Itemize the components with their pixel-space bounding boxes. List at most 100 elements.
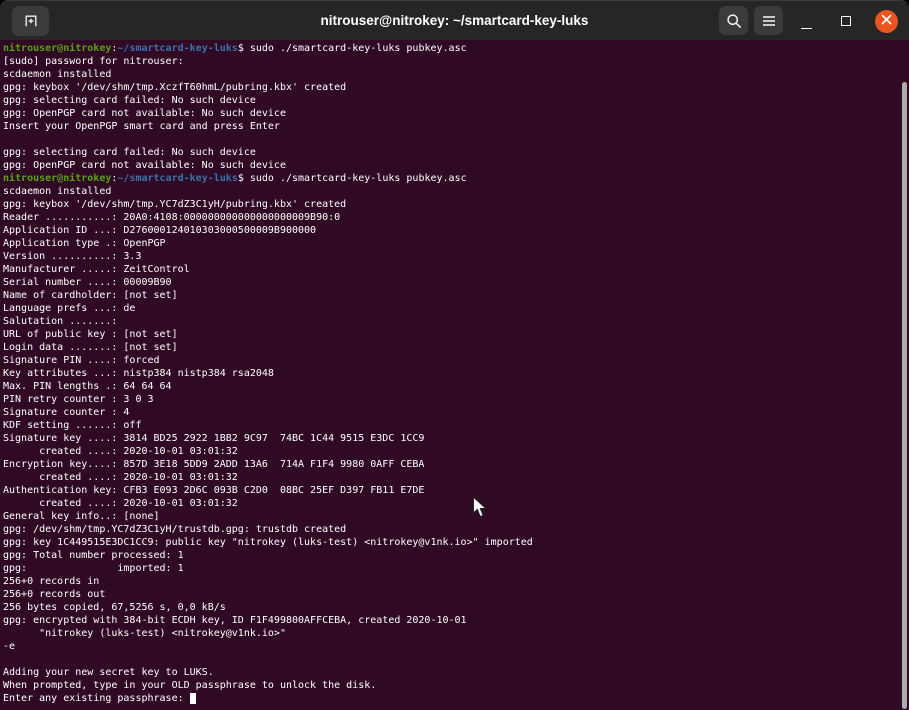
minimize-button[interactable] [791, 6, 821, 36]
terminal-text: gpg: OpenPGP card not available: No such… [3, 108, 286, 119]
terminal-text: PIN retry counter : 3 0 3 [3, 394, 154, 405]
search-button[interactable] [719, 6, 748, 35]
terminal-line: Version ..........: 3.3 [3, 250, 909, 263]
terminal-text: Language prefs ...: de [3, 303, 135, 314]
terminal-text: Authentication key: CFB3 E093 2D6C 093B … [3, 485, 424, 496]
terminal-line: scdaemon installed [3, 68, 909, 81]
terminal-text: gpg: keybox '/dev/shm/tmp.YC7dZ3C1yH/pub… [3, 199, 346, 210]
hamburger-menu-icon [761, 13, 777, 29]
terminal-line: gpg: Total number processed: 1 [3, 549, 909, 562]
terminal-text: gpg: encrypted with 384-bit ECDH key, ID… [3, 615, 467, 626]
terminal-line: created ....: 2020-10-01 03:01:32 [3, 497, 909, 510]
window-titlebar: nitrouser@nitrokey: ~/smartcard-key-luks [0, 0, 909, 40]
terminal-text: Manufacturer .....: ZeitControl [3, 264, 190, 275]
terminal-line: gpg: selecting card failed: No such devi… [3, 146, 909, 159]
terminal-line: KDF setting ......: off [3, 419, 909, 432]
maximize-icon [841, 16, 851, 26]
maximize-button[interactable] [831, 6, 861, 36]
terminal-text: -e [3, 641, 15, 652]
terminal-text: Salutation .......: [3, 316, 123, 327]
terminal-text: Signature counter : 4 [3, 407, 129, 418]
terminal-text: Signature key ....: 3814 BD25 2922 1BB2 … [3, 433, 424, 444]
terminal-text: Key attributes ...: nistp384 nistp384 rs… [3, 368, 274, 379]
terminal-text: Encryption key....: 857D 3E18 5DD9 2ADD … [3, 459, 424, 470]
terminal-line: gpg: keybox '/dev/shm/tmp.XczfT60hmL/pub… [3, 81, 909, 94]
terminal-text: KDF setting ......: off [3, 420, 141, 431]
terminal-line: Enter any existing passphrase: [3, 692, 909, 705]
text-cursor [190, 693, 196, 704]
terminal-text: nitrouser@nitrokey [3, 43, 111, 54]
terminal-text: 256 bytes copied, 67,5256 s, 0,0 kB/s [3, 602, 226, 613]
terminal-line [3, 133, 909, 146]
terminal-line: Serial number ....: 00009B90 [3, 276, 909, 289]
terminal-line: Signature counter : 4 [3, 406, 909, 419]
minimize-icon [801, 28, 812, 29]
terminal-line: Login data .......: [not set] [3, 341, 909, 354]
terminal-text: Signature PIN ....: forced [3, 355, 160, 366]
terminal-line: "nitrokey (luks-test) <nitrokey@v1nk.io>… [3, 627, 909, 640]
terminal-text: $ sudo ./smartcard-key-luks pubkey.asc [238, 173, 467, 184]
terminal-text: Adding your new secret key to LUKS. [3, 667, 214, 678]
terminal-text: created ....: 2020-10-01 03:01:32 [3, 498, 238, 509]
terminal-line: Max. PIN lengths .: 64 64 64 [3, 380, 909, 393]
terminal-screen[interactable]: nitrouser@nitrokey:~/smartcard-key-luks$… [0, 40, 909, 710]
terminal-text: URL of public key : [not set] [3, 329, 178, 340]
terminal-text: Application ID ...: D2760001240103030005… [3, 225, 316, 236]
terminal-line: gpg: OpenPGP card not available: No such… [3, 107, 909, 120]
menu-button[interactable] [754, 6, 783, 35]
new-tab-button[interactable] [12, 6, 49, 36]
terminal-text: scdaemon installed [3, 186, 111, 197]
terminal-window: nitrouser@nitrokey: ~/smartcard-key-luks [0, 0, 909, 710]
terminal-line: nitrouser@nitrokey:~/smartcard-key-luks$… [3, 172, 909, 185]
terminal-text: When prompted, type in your OLD passphra… [3, 680, 376, 691]
terminal-line: gpg: selecting card failed: No such devi… [3, 94, 909, 107]
terminal-line: When prompted, type in your OLD passphra… [3, 679, 909, 692]
terminal-line: [sudo] password for nitrouser: [3, 55, 909, 68]
terminal-line: Authentication key: CFB3 E093 2D6C 093B … [3, 484, 909, 497]
scrollbar[interactable] [900, 40, 909, 710]
terminal-line: 256 bytes copied, 67,5256 s, 0,0 kB/s [3, 601, 909, 614]
close-icon [880, 13, 893, 31]
terminal-line: scdaemon installed [3, 185, 909, 198]
terminal-text: Version ..........: 3.3 [3, 251, 141, 262]
terminal-text: gpg: Total number processed: 1 [3, 550, 184, 561]
terminal-line: gpg: encrypted with 384-bit ECDH key, ID… [3, 614, 909, 627]
terminal-text: gpg: /dev/shm/tmp.YC7dZ3C1yH/trustdb.gpg… [3, 524, 346, 535]
terminal-text: ~/smartcard-key-luks [117, 173, 237, 184]
terminal-line: Encryption key....: 857D 3E18 5DD9 2ADD … [3, 458, 909, 471]
terminal-text: 256+0 records out [3, 589, 105, 600]
terminal-line: Reader ...........: 20A0:4108:0000000000… [3, 211, 909, 224]
terminal-line: Manufacturer .....: ZeitControl [3, 263, 909, 276]
terminal-line: Application ID ...: D2760001240103030005… [3, 224, 909, 237]
terminal-text: Login data .......: [not set] [3, 342, 178, 353]
terminal-line: gpg: key 1C449515E3DC1CC9: public key "n… [3, 536, 909, 549]
terminal-text: Reader ...........: 20A0:4108:0000000000… [3, 212, 340, 223]
terminal-line: -e [3, 640, 909, 653]
terminal-line: Key attributes ...: nistp384 nistp384 rs… [3, 367, 909, 380]
terminal-text: created ....: 2020-10-01 03:01:32 [3, 446, 238, 457]
terminal-text: gpg: selecting card failed: No such devi… [3, 95, 256, 106]
terminal-text: gpg: OpenPGP card not available: No such… [3, 160, 286, 171]
terminal-line: URL of public key : [not set] [3, 328, 909, 341]
scrollbar-thumb[interactable] [902, 82, 907, 709]
terminal-text: Enter any existing passphrase: [3, 693, 190, 704]
terminal-text: gpg: key 1C449515E3DC1CC9: public key "n… [3, 537, 533, 548]
terminal-text: ~/smartcard-key-luks [117, 43, 237, 54]
terminal-text: $ sudo ./smartcard-key-luks pubkey.asc [238, 43, 467, 54]
terminal-line: Signature PIN ....: forced [3, 354, 909, 367]
terminal-line: Salutation .......: [3, 315, 909, 328]
terminal-line: Adding your new secret key to LUKS. [3, 666, 909, 679]
terminal-line: Language prefs ...: de [3, 302, 909, 315]
terminal-text: Serial number ....: 00009B90 [3, 277, 172, 288]
terminal-line: gpg: /dev/shm/tmp.YC7dZ3C1yH/trustdb.gpg… [3, 523, 909, 536]
terminal-text: General key info..: [none] [3, 511, 160, 522]
terminal-line: Name of cardholder: [not set] [3, 289, 909, 302]
close-button[interactable] [875, 10, 898, 33]
terminal-text: gpg: keybox '/dev/shm/tmp.XczfT60hmL/pub… [3, 82, 346, 93]
terminal-line: 256+0 records out [3, 588, 909, 601]
new-tab-icon [23, 13, 39, 29]
terminal-line: created ....: 2020-10-01 03:01:32 [3, 471, 909, 484]
terminal-line: General key info..: [none] [3, 510, 909, 523]
terminal-text: "nitrokey (luks-test) <nitrokey@v1nk.io>… [3, 628, 286, 639]
terminal-text: Insert your OpenPGP smart card and press… [3, 121, 280, 132]
